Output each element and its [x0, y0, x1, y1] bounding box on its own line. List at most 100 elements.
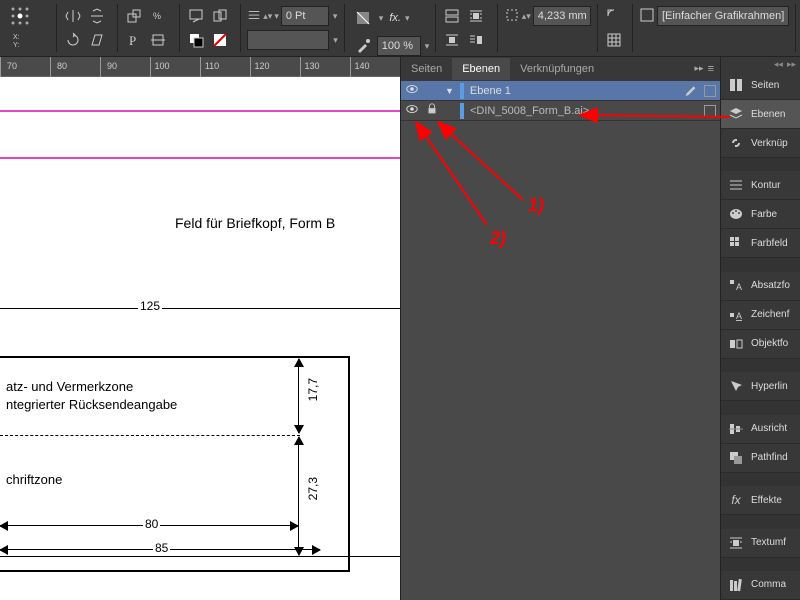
dock-item-textumf[interactable]: Textumf	[721, 529, 800, 558]
dim-125: 125	[138, 299, 162, 313]
char-style-icon: A	[727, 307, 745, 323]
fill-swap-icon[interactable]	[184, 28, 208, 52]
chevron-down-icon[interactable]	[331, 10, 338, 22]
zone2-label: chriftzone	[6, 472, 62, 487]
pen-icon[interactable]	[684, 82, 698, 99]
zone1-label-a: atz- und Vermerkzone	[6, 379, 133, 394]
swatches-icon	[727, 235, 745, 251]
document-page: Feld für Briefkopf, Form B 125 atz- und …	[0, 77, 400, 600]
chevron-down-icon[interactable]	[377, 12, 384, 24]
dock-item-pathfind[interactable]: Pathfind	[721, 444, 800, 473]
layers-icon	[727, 106, 745, 122]
dock-item-ebenen[interactable]: Ebenen	[721, 100, 800, 129]
zoom-input[interactable]	[377, 36, 421, 56]
svg-text:%: %	[153, 11, 161, 21]
flip-vertical-icon[interactable]	[85, 4, 109, 28]
canvas-area[interactable]: 70 80 90 100 110 120 130 140 Feld für Br…	[0, 57, 400, 600]
pages-icon	[727, 77, 745, 93]
panel-menu-icon[interactable]: ≡	[708, 63, 714, 75]
shear-icon[interactable]	[85, 28, 109, 52]
horizontal-ruler: 70 80 90 100 110 120 130 140	[0, 57, 400, 77]
stroke-weight-input[interactable]	[281, 6, 329, 26]
text-wrap-none-icon[interactable]	[440, 4, 464, 28]
layer-color-swatch	[460, 83, 464, 99]
disclosure-icon[interactable]: ▼	[445, 86, 454, 96]
chevron-down-icon[interactable]	[423, 40, 430, 52]
paragraph-style-icon: A	[727, 278, 745, 294]
annotation-label-2: 2)	[490, 228, 506, 249]
dock-expand-icon[interactable]: ▸▸	[787, 59, 796, 69]
percent-icon[interactable]: %	[146, 4, 170, 28]
visibility-icon[interactable]	[405, 82, 419, 99]
dock-item-farbfeld[interactable]: Farbfeld	[721, 229, 800, 258]
dock-item-effekte[interactable]: fxEffekte	[721, 486, 800, 515]
layer-row-placed-ai[interactable]: <DIN_5008_Form_B.ai>	[401, 101, 720, 121]
scale-icon[interactable]	[122, 4, 146, 28]
stroke-style-input[interactable]	[247, 30, 329, 50]
header-label: Feld für Briefkopf, Form B	[175, 215, 335, 231]
dock-item-seiten[interactable]: Seiten	[721, 71, 800, 100]
rotate-icon[interactable]	[61, 28, 85, 52]
text-p-icon[interactable]: P	[122, 28, 146, 52]
link-icon	[727, 135, 745, 151]
dock-item-zeichen[interactable]: AZeichenf	[721, 301, 800, 330]
layer-target-icon[interactable]	[704, 105, 716, 117]
dock-item-kontur[interactable]: Kontur	[721, 171, 800, 200]
text-wrap-around-icon[interactable]	[464, 4, 488, 28]
annotation-label-1: 1)	[528, 195, 544, 216]
chevron-down-icon[interactable]	[331, 34, 338, 46]
layer-color-swatch	[460, 103, 464, 119]
flip-horizontal-icon[interactable]	[61, 4, 85, 28]
crop-icon[interactable]	[504, 7, 520, 26]
dock-collapse-icon[interactable]: ◂◂	[774, 59, 783, 69]
select-content-icon[interactable]	[208, 4, 232, 28]
select-container-icon[interactable]	[184, 4, 208, 28]
fx-icon[interactable]: fx.	[389, 12, 401, 24]
dock-item-objekt[interactable]: Objektfo	[721, 330, 800, 359]
dock-item-absatz[interactable]: AAbsatzfo	[721, 272, 800, 301]
dock-item-hyperlin[interactable]: Hyperlin	[721, 372, 800, 401]
grid-icon[interactable]	[602, 28, 626, 52]
palette-icon	[727, 206, 745, 222]
zone1-label-b: ntegrierter Rücksendeangabe	[6, 397, 177, 412]
tab-ebenen[interactable]: Ebenen	[452, 58, 510, 80]
chevron-down-icon[interactable]	[403, 12, 410, 24]
reference-point-grid[interactable]: X:Y:	[4, 4, 57, 52]
sublayer-name[interactable]: <DIN_5008_Form_B.ai>	[470, 105, 698, 117]
width-input[interactable]	[533, 6, 591, 26]
corner-options-icon[interactable]	[602, 4, 626, 28]
opacity-icon[interactable]	[351, 6, 375, 30]
dim-80: 80	[143, 517, 160, 531]
text-wrap-jump-icon[interactable]	[440, 28, 464, 52]
align-stroke-icon[interactable]	[146, 28, 170, 52]
dock-item-verknuepf[interactable]: Verknüp	[721, 129, 800, 158]
top-toolbar: X:Y: % P ▴▾	[0, 0, 800, 57]
dock-item-farbe[interactable]: Farbe	[721, 200, 800, 229]
layer-target-icon[interactable]	[704, 85, 716, 97]
svg-text:A: A	[736, 282, 742, 292]
layer-name[interactable]: Ebene 1	[470, 85, 678, 97]
stroke-icon	[727, 177, 745, 193]
dock-item-commag[interactable]: Comma	[721, 571, 800, 600]
object-style-icon	[727, 336, 745, 352]
dock-item-ausricht[interactable]: Ausricht	[721, 415, 800, 444]
none-icon[interactable]	[208, 28, 232, 52]
xy-icon: X:Y:	[8, 28, 32, 52]
svg-text:Y:: Y:	[13, 42, 19, 48]
hyperlink-icon	[727, 378, 745, 394]
dim-177: 17,7	[306, 378, 320, 401]
panel-collapse-icon[interactable]: ▸▸	[695, 63, 704, 75]
svg-text:X:: X:	[13, 34, 20, 41]
object-style-select[interactable]	[657, 6, 789, 26]
layer-row-ebene1[interactable]: ▼ Ebene 1	[401, 81, 720, 101]
stroke-stepper-icon[interactable]: ▴▾	[263, 11, 279, 22]
eyedropper-icon[interactable]	[351, 34, 375, 58]
lock-icon[interactable]	[425, 102, 439, 119]
align-icon	[727, 421, 745, 437]
visibility-icon[interactable]	[405, 102, 419, 119]
tab-verknuepfungen[interactable]: Verknüpfungen	[510, 58, 604, 80]
tab-seiten[interactable]: Seiten	[401, 58, 452, 80]
stepper-icon[interactable]: ▴▾	[522, 11, 531, 22]
text-wrap-left-icon[interactable]	[464, 28, 488, 52]
pathfinder-icon	[727, 450, 745, 466]
